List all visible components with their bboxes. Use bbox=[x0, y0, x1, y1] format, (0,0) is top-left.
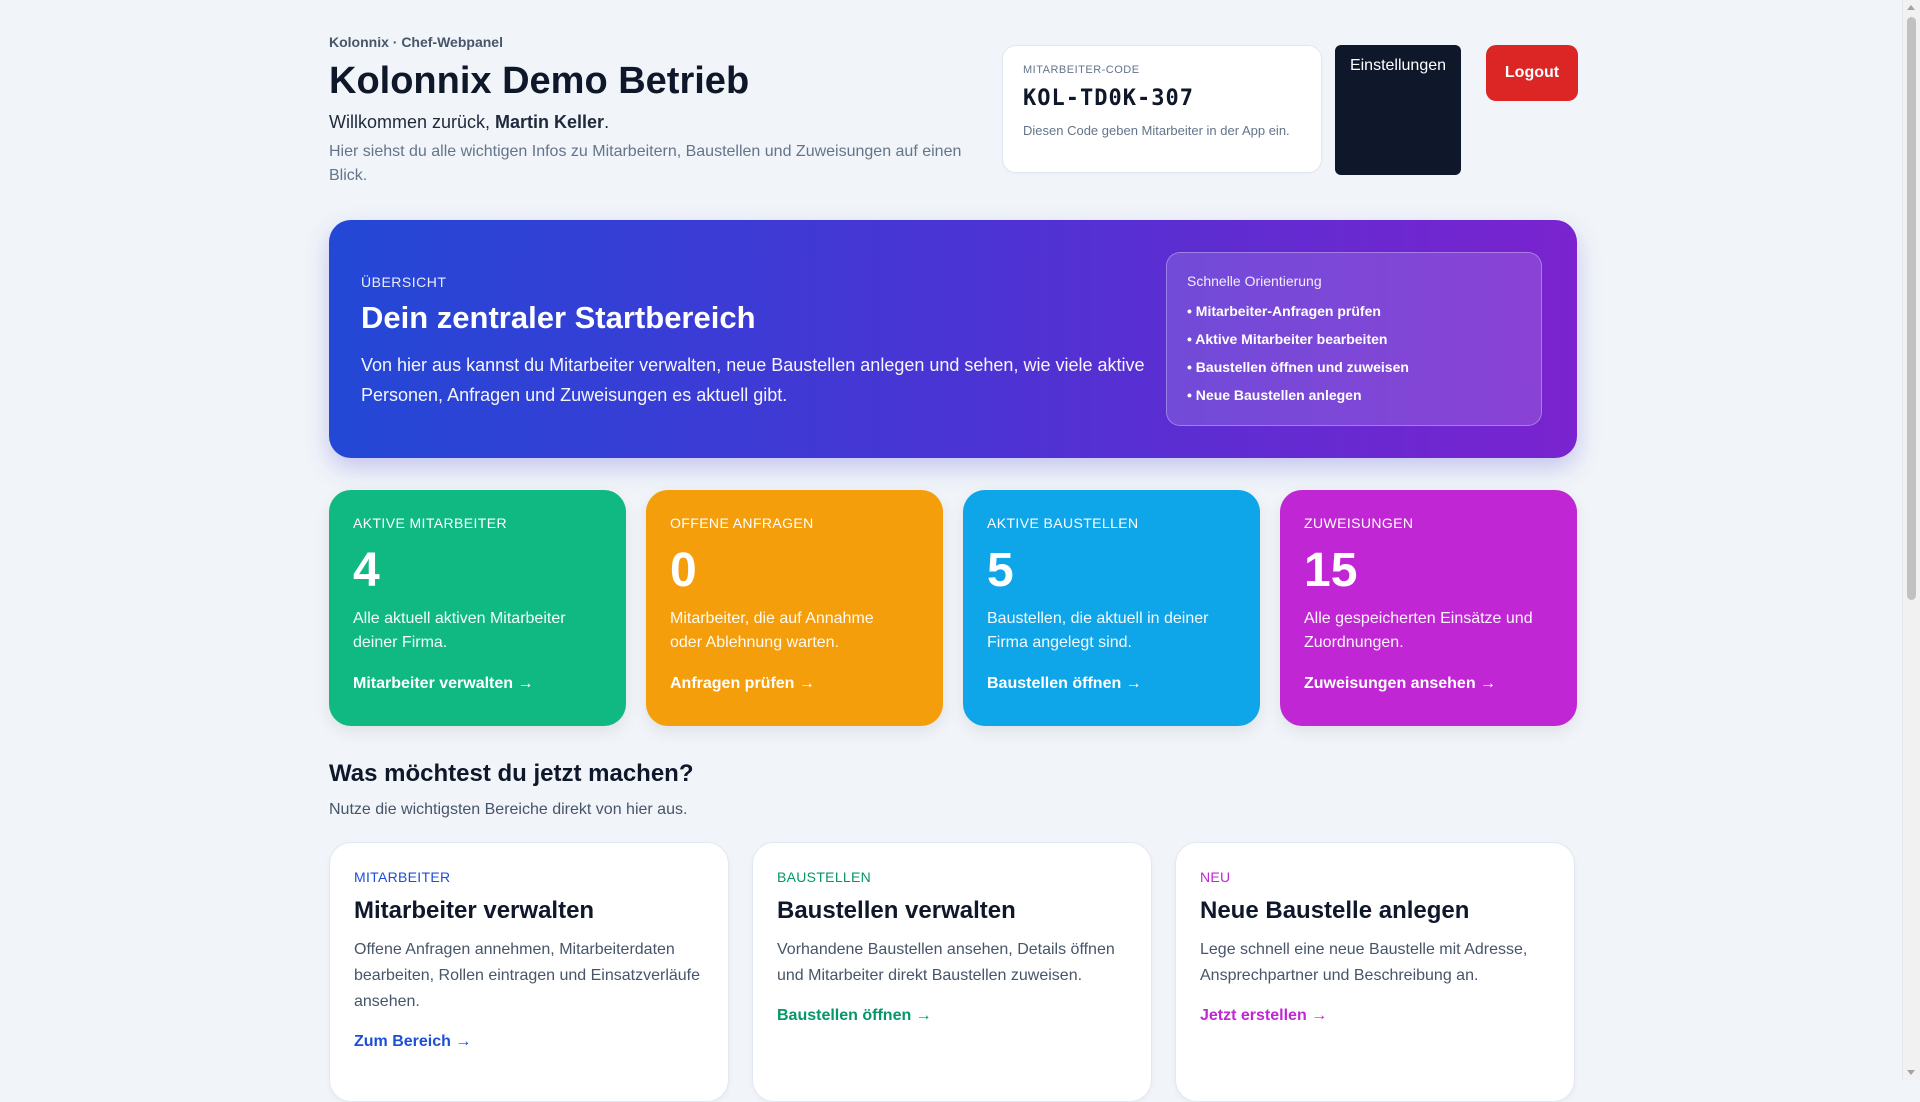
welcome-text: Willkommen zurück, Martin Keller. bbox=[329, 112, 609, 133]
stat-description: Mitarbeiter, die auf Annahme oder Ablehn… bbox=[670, 610, 874, 651]
check-requests-link[interactable]: Anfragen prüfen → bbox=[670, 675, 919, 693]
app-eyebrow: Kolonnix · Chef-Webpanel bbox=[329, 34, 503, 50]
dashboard-container: Kolonnix · Chef-Webpanel Kolonnix Demo B… bbox=[329, 0, 1578, 1102]
scroll-up-arrow-icon[interactable] bbox=[1907, 5, 1915, 10]
action-description: Offene Anfragen annehmen, Mitarbeiterdat… bbox=[354, 941, 701, 1010]
quick-item: • Baustellen öffnen und zuweisen bbox=[1187, 359, 1409, 375]
stat-label: AKTIVE MITARBEITER bbox=[353, 515, 507, 531]
stat-card-assignments: ZUWEISUNGEN 15 Alle gespeicherten Einsät… bbox=[1280, 490, 1577, 726]
section-subtitle: Nutze die wichtigsten Bereiche direkt vo… bbox=[329, 801, 688, 818]
vertical-scrollbar[interactable] bbox=[1902, 0, 1920, 1080]
stat-label: OFFENE ANFRAGEN bbox=[670, 515, 814, 531]
employee-code-hint: Diesen Code geben Mitarbeiter in der App… bbox=[1023, 123, 1290, 138]
action-description: Vorhandene Baustellen ansehen, Details ö… bbox=[777, 941, 1115, 984]
stat-value: 0 bbox=[670, 544, 697, 597]
logout-button[interactable]: Logout bbox=[1486, 45, 1578, 101]
action-title: Mitarbeiter verwalten bbox=[354, 897, 595, 924]
employee-code-card: MITARBEITER-CODE KOL-TD0K-307 Diesen Cod… bbox=[1002, 45, 1322, 173]
stats-row: AKTIVE MITARBEITER 4 Alle aktuell aktive… bbox=[329, 490, 1577, 726]
welcome-suffix: . bbox=[604, 112, 610, 132]
hero-title: Dein zentraler Startbereich bbox=[361, 300, 756, 335]
page-title: Kolonnix Demo Betrieb bbox=[329, 60, 750, 102]
settings-button[interactable]: Einstellungen bbox=[1335, 45, 1461, 175]
stat-card-open-requests: OFFENE ANFRAGEN 0 Mitarbeiter, die auf A… bbox=[646, 490, 943, 726]
stat-label: AKTIVE BAUSTELLEN bbox=[987, 515, 1139, 531]
section-title: Was möchtest du jetzt machen? bbox=[329, 760, 694, 787]
user-name: Martin Keller bbox=[495, 112, 605, 132]
action-tag: NEU bbox=[1200, 869, 1231, 885]
action-tag: BAUSTELLEN bbox=[777, 869, 872, 885]
action-card-sites[interactable]: BAUSTELLEN Baustellen verwalten Vorhande… bbox=[752, 842, 1152, 1102]
scrollbar-thumb[interactable] bbox=[1907, 17, 1916, 600]
stat-card-active-sites: AKTIVE BAUSTELLEN 5 Baustellen, die aktu… bbox=[963, 490, 1260, 726]
quick-item: • Aktive Mitarbeiter bearbeiten bbox=[1187, 331, 1388, 347]
manage-employees-link[interactable]: Mitarbeiter verwalten → bbox=[353, 675, 602, 693]
open-sites-action-link[interactable]: Baustellen öffnen → bbox=[777, 1007, 1127, 1025]
go-to-section-link[interactable]: Zum Bereich → bbox=[354, 1033, 704, 1051]
action-card-employees[interactable]: MITARBEITER Mitarbeiter verwalten Offene… bbox=[329, 842, 729, 1102]
stat-description: Baustellen, die aktuell in deiner Firma … bbox=[987, 610, 1209, 651]
open-sites-link[interactable]: Baustellen öffnen → bbox=[987, 675, 1236, 693]
scroll-down-arrow-icon[interactable] bbox=[1907, 1070, 1915, 1075]
view-assignments-link[interactable]: Zuweisungen ansehen → bbox=[1304, 675, 1553, 693]
quick-item: • Neue Baustellen anlegen bbox=[1187, 387, 1362, 403]
hero-text: Von hier aus kannst du Mitarbeiter verwa… bbox=[361, 355, 1145, 405]
quick-orientation-box: Schnelle Orientierung • Mitarbeiter-Anfr… bbox=[1166, 252, 1542, 426]
intro-text: Hier siehst du alle wichtigen Infos zu M… bbox=[329, 143, 962, 184]
stat-card-active-employees: AKTIVE MITARBEITER 4 Alle aktuell aktive… bbox=[329, 490, 626, 726]
quick-item: • Mitarbeiter-Anfragen prüfen bbox=[1187, 303, 1381, 319]
action-tag: MITARBEITER bbox=[354, 869, 451, 885]
employee-code-value: KOL-TD0K-307 bbox=[1023, 86, 1194, 111]
stat-description: Alle aktuell aktiven Mitarbeiter deiner … bbox=[353, 610, 566, 651]
overview-hero: ÜBERSICHT Dein zentraler Startbereich Vo… bbox=[329, 220, 1577, 458]
action-title: Baustellen verwalten bbox=[777, 897, 1016, 924]
stat-value: 15 bbox=[1304, 544, 1358, 597]
stat-label: ZUWEISUNGEN bbox=[1304, 515, 1414, 531]
stat-description: Alle gespeicherten Einsätze und Zuordnun… bbox=[1304, 610, 1533, 651]
stat-value: 4 bbox=[353, 544, 380, 597]
quick-orientation-title: Schnelle Orientierung bbox=[1187, 273, 1322, 289]
create-now-link[interactable]: Jetzt erstellen → bbox=[1200, 1007, 1550, 1025]
page-header: Kolonnix · Chef-Webpanel Kolonnix Demo B… bbox=[329, 0, 1578, 215]
hero-eyebrow: ÜBERSICHT bbox=[361, 274, 447, 290]
action-card-new-site[interactable]: NEU Neue Baustelle anlegen Lege schnell … bbox=[1175, 842, 1575, 1102]
employee-code-label: MITARBEITER-CODE bbox=[1023, 64, 1140, 76]
action-description: Lege schnell eine neue Baustelle mit Adr… bbox=[1200, 941, 1528, 984]
stat-value: 5 bbox=[987, 544, 1014, 597]
action-title: Neue Baustelle anlegen bbox=[1200, 897, 1470, 924]
welcome-prefix: Willkommen zurück, bbox=[329, 112, 496, 132]
